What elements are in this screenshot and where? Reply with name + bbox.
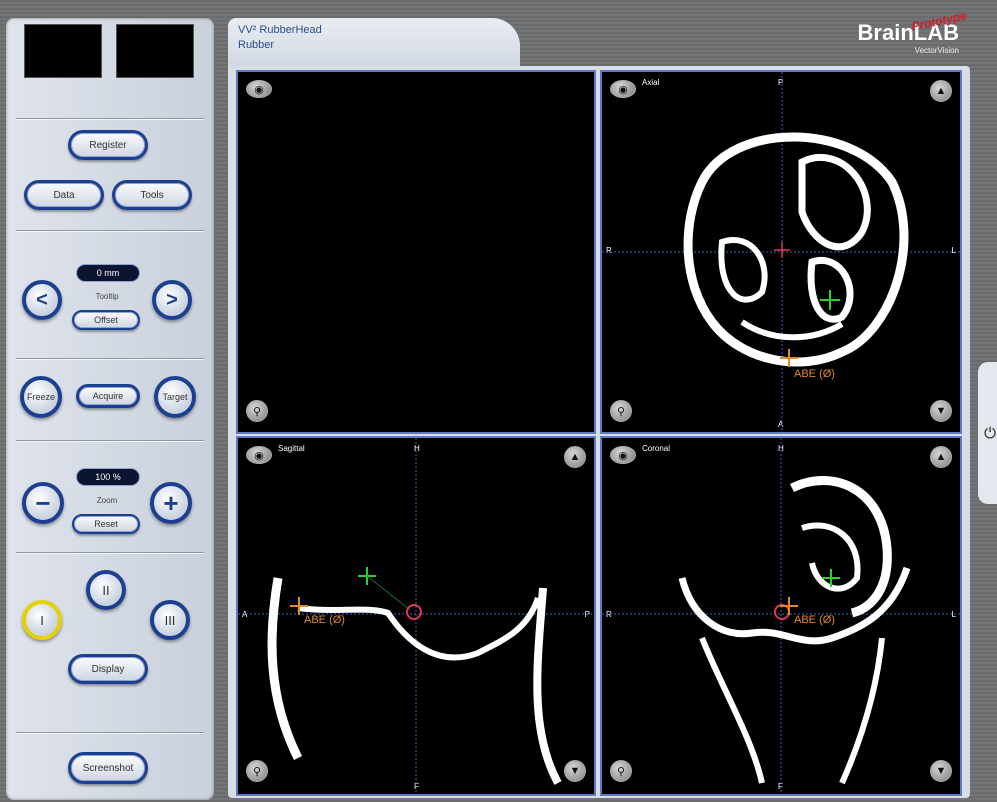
power-icon: ⏻: [984, 424, 996, 442]
divider: [16, 552, 204, 554]
freeze-button[interactable]: Freeze: [20, 376, 62, 418]
data-button[interactable]: Data: [24, 180, 104, 210]
sagittal-slice-image: [238, 438, 594, 794]
divider: [16, 732, 204, 734]
reset-button[interactable]: Reset: [72, 514, 140, 534]
screenshot-button[interactable]: Screenshot: [68, 752, 148, 784]
zoom-value: 100 %: [76, 468, 140, 486]
view-axial[interactable]: ◉ Axial ▲ ⚲ ▼ P A R L ABE (Ø): [600, 70, 962, 434]
view-area: ◉ ⚲ ◉ Axial ▲ ⚲ ▼ P A R L ABE (Ø) ◉ Sagi…: [228, 66, 970, 798]
layout-2-button[interactable]: II: [86, 570, 126, 610]
chevron-left-icon: <: [36, 288, 48, 311]
brand-sub: VectorVision: [914, 46, 959, 55]
axial-slice-image: [602, 72, 960, 432]
status-display-left: [24, 24, 102, 78]
zoom-label: Zoom: [96, 496, 118, 505]
view-coronal[interactable]: ◉ Coronal ▲ ⚲ ▼ H F R L ABE (Ø): [600, 436, 962, 796]
divider: [16, 358, 204, 360]
tooltip-value: 0 mm: [76, 264, 140, 282]
left-control-panel: Register Data Tools < > 0 mm Tooltip Off…: [6, 18, 214, 800]
zoom-out-button[interactable]: −: [22, 482, 64, 524]
point-label: ABE (Ø): [794, 614, 835, 626]
tooltip-decrease-button[interactable]: <: [22, 280, 62, 320]
coronal-slice-image: [602, 438, 960, 794]
magnifier-icon[interactable]: ⚲: [246, 400, 268, 422]
plus-icon: +: [163, 488, 179, 518]
point-label: ABE (Ø): [304, 614, 345, 626]
acquire-button[interactable]: Acquire: [76, 384, 140, 408]
view-sagittal[interactable]: ◉ Sagittal ▲ ⚲ ▼ H F A P ABE (Ø): [236, 436, 596, 796]
offset-button[interactable]: Offset: [72, 310, 140, 330]
divider: [16, 230, 204, 232]
zoom-in-button[interactable]: +: [150, 482, 192, 524]
patient-dataset: Rubber: [238, 39, 275, 51]
status-display-right: [116, 24, 194, 78]
register-button[interactable]: Register: [68, 130, 148, 160]
point-label: ABE (Ø): [794, 368, 835, 380]
layout-3-button[interactable]: III: [150, 600, 190, 640]
view-3d[interactable]: ◉ ⚲: [236, 70, 596, 434]
display-button[interactable]: Display: [68, 654, 148, 684]
power-tab[interactable]: ⏻: [978, 362, 997, 504]
divider: [16, 440, 204, 442]
divider: [16, 118, 204, 120]
target-button[interactable]: Target: [154, 376, 196, 418]
tools-button[interactable]: Tools: [112, 180, 192, 210]
chevron-right-icon: >: [166, 288, 178, 311]
minus-icon: −: [35, 488, 51, 518]
patient-name: VV² RubberHead: [238, 24, 322, 36]
layout-1-button[interactable]: I: [22, 600, 62, 640]
tooltip-label: Tooltip: [95, 292, 119, 301]
tooltip-increase-button[interactable]: >: [152, 280, 192, 320]
eye-icon[interactable]: ◉: [246, 80, 272, 98]
